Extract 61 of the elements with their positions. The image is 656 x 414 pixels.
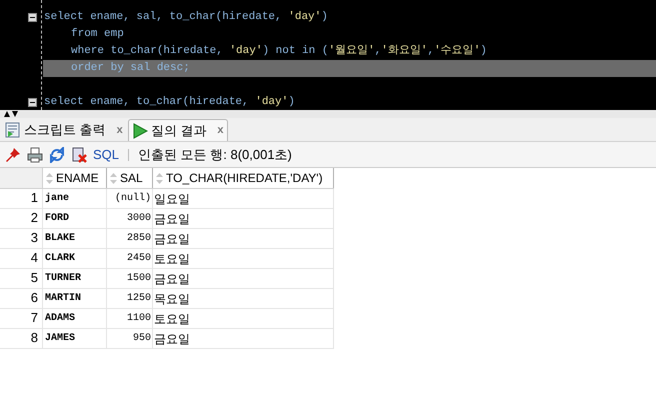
pin-icon[interactable]	[5, 146, 21, 162]
column-header[interactable]: TO_CHAR(HIREDATE,'DAY')	[153, 168, 334, 188]
table-cell: ADAMS	[43, 309, 107, 328]
table-cell: 950	[107, 329, 153, 348]
sort-icon	[110, 172, 117, 184]
row-number[interactable]: 4	[0, 249, 43, 268]
collapse-icon[interactable]	[28, 98, 37, 107]
tab-label: 스크립트 출력	[24, 121, 106, 140]
refresh-icon[interactable]	[49, 146, 65, 162]
table-cell: 2850	[107, 229, 153, 248]
splitter-arrows-icon[interactable]	[4, 111, 18, 117]
row-number[interactable]: 1	[0, 189, 43, 208]
table-cell: 금요일	[153, 329, 334, 348]
table-cell: 금요일	[153, 229, 334, 248]
code-line: select ename, sal, to_char(hiredate, 'day')	[44, 10, 328, 26]
table-cell: jane	[43, 189, 107, 208]
sort-icon	[156, 172, 163, 184]
row-number[interactable]: 3	[0, 229, 43, 248]
code-line: from emp	[71, 27, 124, 42]
tab[interactable]: 스크립트 출력 x	[2, 119, 126, 141]
table-cell: 토요일	[153, 249, 334, 268]
delete-document-icon[interactable]	[71, 146, 87, 162]
table-cell: MARTIN	[43, 289, 107, 308]
table-cell: (null)	[107, 189, 153, 208]
table-cell: BLAKE	[43, 229, 107, 248]
table-cell: 금요일	[153, 269, 334, 288]
table-cell: 금요일	[153, 209, 334, 228]
table-cell: 3000	[107, 209, 153, 228]
code-editor[interactable]: select ename, sal, to_char(hiredate, 'day') from emp where to_char(hiredate, 'day') not in ('월요일','화요일','수요일') order by sal desc; select ename, to_char(hiredate, 'day')	[0, 0, 656, 110]
row-number[interactable]: 2	[0, 209, 43, 228]
code-line: order by sal desc;	[71, 61, 190, 76]
column-header[interactable]: SAL	[107, 168, 153, 188]
row-number[interactable]: 7	[0, 309, 43, 328]
row-number[interactable]: 6	[0, 289, 43, 308]
status-text: 인출된 모든 행: 8(0,001초)	[138, 146, 292, 164]
tab-label: 질의 결과	[150, 122, 206, 140]
row-number[interactable]: 8	[0, 329, 43, 348]
close-button[interactable]: x	[217, 122, 224, 139]
play-icon	[132, 122, 148, 138]
table-cell: 1500	[107, 269, 153, 288]
table-cell: 2450	[107, 249, 153, 268]
table-cell: TURNER	[43, 269, 107, 288]
table-cell: 1250	[107, 289, 153, 308]
table-cell: CLARK	[43, 249, 107, 268]
code-line: where to_char(hiredate, 'day') not in ('월요일','화요일','수요일')	[71, 44, 487, 60]
table-cell: 목요일	[153, 289, 334, 308]
collapse-icon[interactable]	[28, 13, 37, 22]
close-button[interactable]: x	[116, 122, 123, 138]
sort-icon	[46, 172, 53, 184]
table-cell: FORD	[43, 209, 107, 228]
column-header[interactable]: ENAME	[43, 168, 107, 188]
table-cell: 1100	[107, 309, 153, 328]
tab[interactable]: 질의 결과 x	[128, 119, 228, 141]
row-number[interactable]: 5	[0, 269, 43, 288]
table-cell: 일요일	[153, 189, 334, 208]
printer-icon[interactable]	[27, 146, 43, 162]
sql-link[interactable]: SQL	[93, 144, 120, 164]
document-icon	[5, 122, 21, 138]
table-cell: JAMES	[43, 329, 107, 348]
code-line: select ename, to_char(hiredate, 'day')	[44, 95, 295, 110]
table-cell: 토요일	[153, 309, 334, 328]
